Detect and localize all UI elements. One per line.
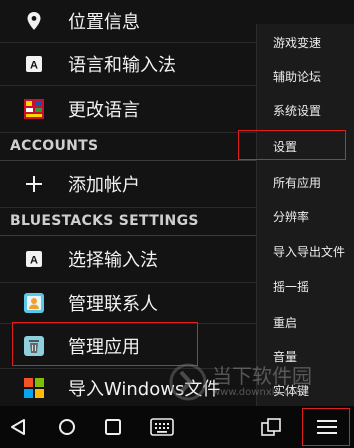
row-location[interactable]: 位置信息 xyxy=(0,0,256,43)
keyboard-icon xyxy=(150,418,174,436)
row-language-input[interactable]: A 语言和输入法 xyxy=(0,43,256,86)
recent-square-icon xyxy=(105,419,121,435)
menu-item-resolution[interactable]: 分辨率 xyxy=(257,200,354,234)
watermark-logo-icon xyxy=(169,363,207,401)
row-select-input-label: 选择输入法 xyxy=(68,250,158,271)
row-change-language[interactable]: 更改语言 xyxy=(0,86,256,133)
recent-apps-button[interactable] xyxy=(96,406,130,448)
row-manage-contacts-label: 管理联系人 xyxy=(68,294,158,315)
location-pin-icon xyxy=(24,11,44,31)
row-language-input-label: 语言和输入法 xyxy=(68,55,176,76)
windows-logo-icon xyxy=(24,377,44,398)
keyboard-button[interactable] xyxy=(144,406,180,448)
watermark-url: www.downxia.com xyxy=(212,387,306,398)
keyboard-a-icon: A xyxy=(24,249,44,269)
row-location-label: 位置信息 xyxy=(68,12,140,33)
menu-item-shake[interactable]: 摇一摇 xyxy=(257,270,354,304)
navigation-bar xyxy=(0,406,354,448)
back-triangle-icon xyxy=(11,419,25,435)
row-add-account[interactable]: 添加帐户 xyxy=(0,161,256,208)
svg-text:A: A xyxy=(30,60,38,72)
menu-item-all-apps[interactable]: 所有应用 xyxy=(257,166,354,200)
row-select-input[interactable]: A 选择输入法 xyxy=(0,236,256,283)
home-button[interactable] xyxy=(50,406,84,448)
row-change-language-label: 更改语言 xyxy=(68,100,140,121)
row-add-account-label: 添加帐户 xyxy=(68,175,140,196)
contacts-icon xyxy=(24,293,44,313)
settings-screen: 位置信息 A 语言和输入法 更改语言 ACCOUNTS 添加帐户 BLUESTA… xyxy=(0,0,354,448)
settings-menu-highlight xyxy=(238,130,346,160)
back-button[interactable] xyxy=(0,406,36,448)
keyboard-a-icon: A xyxy=(24,54,44,74)
section-bluestacks-title: BLUESTACKS SETTINGS xyxy=(10,213,199,229)
menu-button-highlight xyxy=(302,408,350,446)
multi-window-button[interactable] xyxy=(256,406,286,448)
menu-item-import-export[interactable]: 导入导出文件 xyxy=(257,235,354,269)
svg-text:A: A xyxy=(30,255,38,267)
menu-item-forum[interactable]: 辅助论坛 xyxy=(257,60,354,94)
menu-item-system-settings[interactable]: 系统设置 xyxy=(257,94,354,128)
language-flag-icon xyxy=(24,99,44,119)
plus-icon xyxy=(24,174,44,194)
section-accounts: ACCOUNTS xyxy=(0,134,256,161)
row-manage-contacts[interactable]: 管理联系人 xyxy=(0,283,256,324)
watermark: 当下软件园 www.downxia.com xyxy=(166,360,354,406)
section-bluestacks: BLUESTACKS SETTINGS xyxy=(0,209,256,236)
home-circle-icon xyxy=(59,419,75,435)
window-split-icon xyxy=(261,418,281,436)
overflow-menu: 游戏变速 辅助论坛 系统设置 设置 所有应用 分辨率 导入导出文件 摇一摇 重启… xyxy=(256,24,354,412)
menu-item-restart[interactable]: 重启 xyxy=(257,306,354,340)
section-accounts-title: ACCOUNTS xyxy=(10,138,99,154)
watermark-text: 当下软件园 xyxy=(212,364,312,388)
menu-item-game-speed[interactable]: 游戏变速 xyxy=(257,26,354,60)
